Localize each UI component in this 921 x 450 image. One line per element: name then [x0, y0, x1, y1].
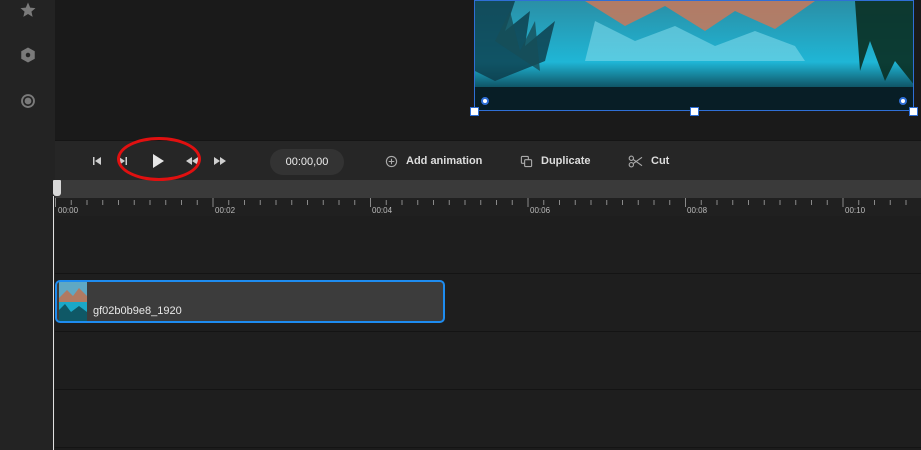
ruler-label: 00:06 — [530, 206, 551, 215]
play-icon — [153, 154, 164, 168]
add-animation-button[interactable]: Add animation — [385, 141, 482, 181]
duplicate-icon — [520, 155, 533, 167]
cut-button[interactable]: Cut — [628, 141, 669, 181]
timeline-toolbar: 00:00,00 Add animation Duplicate Cut — [55, 140, 921, 181]
add-circle-icon — [385, 155, 398, 167]
ruler-scrub-band[interactable] — [55, 180, 921, 198]
time-display[interactable]: 00:00,00 — [270, 149, 344, 175]
preview-image — [475, 1, 913, 110]
resize-handle-bottom-left[interactable] — [470, 107, 479, 116]
rotate-handle-right[interactable] — [899, 97, 907, 105]
skip-start-icon — [93, 157, 101, 165]
fast-forward-button[interactable] — [213, 141, 229, 181]
fast-forward-icon — [214, 157, 226, 165]
ruler-label: 00:02 — [215, 206, 236, 215]
star-icon[interactable] — [18, 0, 38, 20]
ruler-ticks — [55, 198, 907, 207]
clip-name: gf02b0b9e8_1920 — [93, 305, 182, 317]
duplicate-label: Duplicate — [541, 155, 591, 167]
hexagon-icon[interactable] — [18, 45, 38, 65]
record-icon[interactable] — [18, 91, 38, 111]
clip-thumbnail — [59, 282, 87, 321]
ruler-label: 00:04 — [372, 206, 393, 215]
ruler-label: 00:00 — [58, 206, 79, 215]
scissors-icon — [628, 155, 643, 167]
timeline-track[interactable] — [55, 332, 921, 390]
cut-label: Cut — [651, 155, 670, 167]
playhead-handle[interactable] — [53, 180, 61, 196]
skip-to-start-button[interactable] — [91, 141, 105, 181]
rotate-handle-left[interactable] — [481, 97, 489, 105]
ruler-label: 00:08 — [687, 206, 708, 215]
timeline-left-strip — [0, 140, 55, 450]
video-preview[interactable] — [474, 0, 914, 111]
skip-to-end-button[interactable] — [117, 141, 131, 181]
rewind-icon — [186, 157, 198, 165]
timeline-track[interactable] — [55, 390, 921, 448]
add-animation-label: Add animation — [406, 155, 483, 167]
resize-handle-bottom-center[interactable] — [690, 107, 699, 116]
play-button[interactable] — [151, 141, 167, 181]
rewind-button[interactable] — [185, 141, 201, 181]
ruler-label: 00:10 — [845, 206, 866, 215]
playhead-line — [53, 196, 54, 450]
timeline-ruler[interactable]: 00:00 00:02 00:04 00:06 00:08 00:10 — [55, 180, 921, 216]
timeline-track[interactable] — [55, 216, 921, 274]
media-clip[interactable]: gf02b0b9e8_1920 — [55, 280, 445, 323]
resize-handle-bottom-right[interactable] — [909, 107, 918, 116]
duplicate-button[interactable]: Duplicate — [520, 141, 591, 181]
left-sidebar — [0, 0, 55, 140]
skip-end-icon — [119, 157, 127, 165]
